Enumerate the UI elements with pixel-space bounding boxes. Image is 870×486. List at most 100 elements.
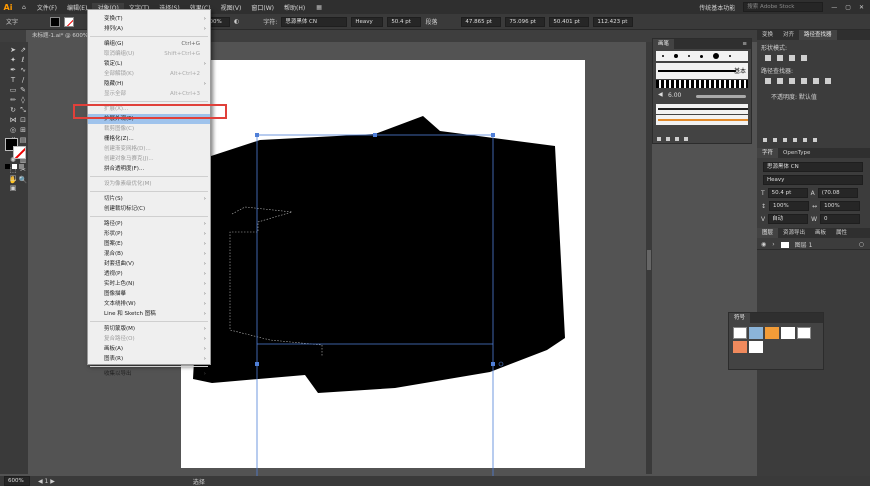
layer-target-icon[interactable]: ○ <box>859 241 870 248</box>
pen-tool-icon[interactable]: ✒ <box>8 66 18 75</box>
minimize-button[interactable]: — <box>831 4 837 11</box>
menu-item[interactable]: 切片(S) › <box>88 194 210 204</box>
font-size-field[interactable]: 50.4 pt <box>387 16 422 27</box>
menu-item[interactable]: 形状(P) › <box>88 229 210 239</box>
gradient-tool-icon[interactable]: ▤ <box>18 136 28 145</box>
menu-item[interactable]: 剪切蒙版(M) › <box>88 324 210 334</box>
delete-item-icon[interactable] <box>813 138 817 142</box>
exclude-icon[interactable] <box>801 55 807 61</box>
artboard-nav[interactable]: ◀ 1 ▶ <box>38 478 55 485</box>
color-mode-icons[interactable] <box>5 164 25 169</box>
add-effect-icon[interactable] <box>783 138 787 142</box>
tab-properties[interactable]: 属性 <box>831 228 852 238</box>
menu-item[interactable]: 锁定(L) › <box>88 59 210 69</box>
menu-item[interactable]: 图表(R) › <box>88 354 210 364</box>
paintbrush-icon[interactable]: ✎ <box>18 86 28 95</box>
maximize-button[interactable]: ▢ <box>845 4 851 11</box>
visibility-eye-icon[interactable]: ◉ <box>761 241 766 248</box>
outline-icon[interactable] <box>813 78 819 84</box>
line-tool-icon[interactable]: / <box>18 76 28 85</box>
symbol-swatch[interactable] <box>749 341 763 353</box>
divide-icon[interactable] <box>765 78 771 84</box>
clear-appearance-icon[interactable] <box>793 138 797 142</box>
home-icon[interactable]: ⌂ <box>16 4 32 11</box>
char-style-field[interactable]: Heavy <box>763 175 863 185</box>
menu-item[interactable]: Line 和 Sketch 图稿 › <box>88 309 210 319</box>
status-zoom-field[interactable]: 600% <box>4 476 30 486</box>
selection-tool-icon[interactable]: ➤ <box>8 46 18 55</box>
brush-library-icon[interactable] <box>657 137 661 141</box>
intersect-icon[interactable] <box>789 55 795 61</box>
width-field[interactable]: 50.401 pt <box>549 16 590 27</box>
x-field[interactable]: 47.865 pt <box>461 16 502 27</box>
unite-icon[interactable] <box>765 55 771 61</box>
tab-opentype[interactable]: OpenType <box>778 148 815 158</box>
stroke-color-swatch[interactable] <box>13 146 26 159</box>
font-style-field[interactable]: Heavy <box>351 16 384 27</box>
tab-layers[interactable]: 图层 <box>757 228 779 238</box>
type-tool-icon[interactable]: T <box>8 76 18 85</box>
close-button[interactable]: ✕ <box>859 4 864 11</box>
menu-item[interactable]: 画板(A) › <box>88 344 210 354</box>
char-hscale-field[interactable]: 100% <box>820 201 861 211</box>
menu-item[interactable]: 收集以导出 › <box>88 369 210 379</box>
tab-asset-export[interactable]: 资源导出 <box>778 228 810 238</box>
char-vscale-field[interactable]: 100% <box>769 201 810 211</box>
menu-item[interactable]: 图像描摹 › <box>88 289 210 299</box>
rotate-tool-icon[interactable]: ↻ <box>8 106 18 115</box>
tab-pathfinder[interactable]: 路径查找器 <box>799 30 837 40</box>
expand-arrow-icon[interactable]: › <box>772 241 774 248</box>
menu-item[interactable]: 排列(A) › <box>88 24 210 34</box>
symbol-swatch[interactable] <box>733 327 747 339</box>
stroke-swatch[interactable] <box>64 16 74 27</box>
menu-item[interactable]: 编组(G) Ctrl+G <box>88 39 210 49</box>
y-field[interactable]: 75.096 pt <box>505 16 546 27</box>
eraser-tool-icon[interactable]: ◊ <box>18 96 28 105</box>
fill-swatch[interactable] <box>50 16 60 27</box>
menu-item[interactable]: 栅格化(Z)... <box>88 134 210 144</box>
crop-icon[interactable] <box>801 78 807 84</box>
workspace-switcher[interactable]: 传统基本功能 <box>699 3 735 12</box>
zoom-tool-icon[interactable]: 🔍 <box>18 176 28 185</box>
scale-tool-icon[interactable]: ⤡ <box>18 106 28 115</box>
font-family-field[interactable]: 思源黑体 CN <box>281 16 348 27</box>
symbol-swatch[interactable] <box>765 327 779 339</box>
stock-search-input[interactable]: 搜索 Adobe Stock <box>743 2 824 12</box>
height-field[interactable]: 112.423 pt <box>593 16 634 27</box>
trim-icon[interactable] <box>777 78 783 84</box>
menu-item[interactable]: 实时上色(N) › <box>88 279 210 289</box>
menu-help[interactable]: 帮助(H) <box>279 3 310 12</box>
menu-item[interactable]: 创建裁切标记(C) <box>88 204 210 214</box>
char-kerning-field[interactable]: 自动 <box>768 214 809 224</box>
char-size-field[interactable]: 50.4 pt <box>767 188 808 198</box>
drawing-modes-icon[interactable]: ◫ <box>8 174 18 183</box>
direct-selection-tool-icon[interactable]: ⇗ <box>18 46 28 55</box>
arrange-documents-icon[interactable]: ▦ <box>316 4 322 11</box>
new-brush-icon[interactable] <box>675 137 679 141</box>
menu-item[interactable]: 混合(B) › <box>88 249 210 259</box>
curvature-tool-icon[interactable]: ∿ <box>18 66 28 75</box>
tab-align[interactable]: 对齐 <box>778 30 799 40</box>
free-transform-icon[interactable]: ⊡ <box>18 116 28 125</box>
symbol-swatch[interactable] <box>797 327 811 339</box>
menu-file[interactable]: 文件(F) <box>32 3 62 12</box>
char-leading-field[interactable]: (70.08 <box>817 188 858 198</box>
duplicate-item-icon[interactable] <box>803 138 807 142</box>
pencil-tool-icon[interactable]: ✏ <box>8 96 18 105</box>
menu-item[interactable]: 文本绕排(W) › <box>88 299 210 309</box>
symbol-swatch[interactable] <box>733 341 747 353</box>
layer-row[interactable]: ◉ › 图层 1 ○ <box>757 240 870 250</box>
paragraph-label[interactable]: 段落 <box>425 17 437 26</box>
rectangle-tool-icon[interactable]: ▭ <box>8 86 18 95</box>
width-tool-icon[interactable]: ⋈ <box>8 116 18 125</box>
menu-item[interactable]: 拼合透明度(F)... <box>88 164 210 174</box>
char-font-field[interactable]: 思源黑体 CN <box>763 162 863 172</box>
merge-icon[interactable] <box>789 78 795 84</box>
magic-wand-icon[interactable]: ✦ <box>8 56 18 65</box>
menu-item[interactable]: 隐藏(H) › <box>88 79 210 89</box>
char-tracking-field[interactable]: 0 <box>820 214 861 224</box>
symbol-swatch[interactable] <box>781 327 795 339</box>
tab-transform[interactable]: 变换 <box>757 30 778 40</box>
menu-item[interactable]: 图案(E) › <box>88 239 210 249</box>
menu-window[interactable]: 窗口(W) <box>246 3 279 12</box>
